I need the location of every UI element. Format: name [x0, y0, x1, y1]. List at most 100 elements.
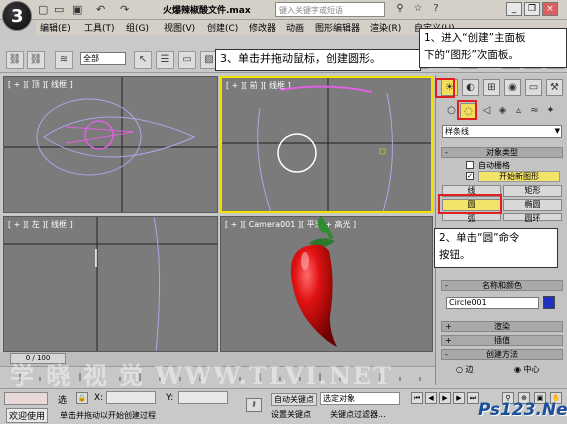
edge-label: 边	[465, 365, 474, 374]
link-icon[interactable]: ⛓	[6, 51, 24, 69]
selection-filter-dropdown[interactable]: 全部	[80, 52, 126, 65]
select-by-name-icon[interactable]: ☰	[156, 51, 174, 69]
hierarchy-tab-icon[interactable]: ⊞	[483, 79, 500, 96]
previous-frame-icon[interactable]: ◀	[425, 392, 437, 404]
go-to-start-icon[interactable]: ⏮	[411, 392, 423, 404]
motion-tab-icon[interactable]: ◉	[504, 79, 521, 96]
object-color-swatch[interactable]	[543, 296, 555, 309]
rendering-rollout[interactable]: + 渲染	[441, 321, 563, 332]
chevron-down-icon: ▼	[554, 127, 560, 135]
display-tab-icon[interactable]: ▭	[525, 79, 542, 96]
undo-icon[interactable]: ↶	[96, 3, 105, 16]
app-logo-button[interactable]: 3	[2, 1, 32, 31]
new-file-icon[interactable]: ▢	[38, 3, 48, 16]
close-button[interactable]: ×	[542, 2, 558, 16]
document-title: 火爆辣椒酸文件.max	[163, 6, 251, 16]
viewport-camera[interactable]: [ + ][ Camera001 ][ 平滑 + 高光 ]	[220, 216, 433, 352]
restore-button[interactable]: ❐	[524, 2, 540, 16]
menu-tools[interactable]: 工具(T)	[84, 21, 115, 34]
redo-icon[interactable]: ↷	[120, 3, 129, 16]
left-view-geometry	[4, 217, 217, 351]
open-file-icon[interactable]: ▭	[54, 3, 64, 16]
viewport-top[interactable]: [ + ][ 顶 ][ 线框 ]	[3, 76, 218, 213]
y-coordinate-field[interactable]	[178, 391, 228, 404]
name-color-header: 名称和颜色	[482, 281, 522, 290]
modify-tab-icon[interactable]: ◐	[462, 79, 479, 96]
edge-radio[interactable]: ○ 边	[456, 364, 496, 375]
interpolation-rollout[interactable]: + 插值	[441, 335, 563, 346]
menu-edit[interactable]: 编辑(E)	[40, 21, 71, 34]
help-icon[interactable]: ?	[428, 2, 444, 17]
info-icon[interactable]: ☆	[410, 2, 426, 17]
y-label: Y:	[166, 393, 174, 403]
category-dropdown-value: 样条线	[445, 127, 469, 136]
callout-step3: 3、单击并拖动鼠标，创建圆形。	[215, 49, 421, 71]
menu-rendering[interactable]: 渲染(R)	[370, 21, 401, 34]
x-coordinate-field[interactable]	[106, 391, 156, 404]
menu-animation[interactable]: 动画	[286, 21, 304, 34]
helpers-subtab-icon[interactable]: ▵	[510, 103, 527, 120]
menu-graph-editors[interactable]: 图形编辑器	[315, 21, 360, 34]
top-view-geometry	[4, 77, 217, 212]
key-filters-button[interactable]: 关键点过滤器...	[330, 409, 386, 420]
object-name-field[interactable]: Circle001	[446, 297, 539, 309]
region-select-icon[interactable]: ▭	[178, 51, 196, 69]
set-key-button[interactable]: 设置关键点	[271, 409, 311, 420]
selected-dropdown[interactable]: 选定对象	[320, 392, 400, 405]
watermark-text: 学 晓 视 觉 WWW.TLVI.NET	[10, 361, 394, 390]
category-dropdown[interactable]: 样条线 ▼	[442, 125, 562, 138]
ellipse-button[interactable]: 椭圆	[503, 199, 562, 211]
autogrid-checkbox[interactable]	[466, 161, 474, 169]
name-color-rollout[interactable]: - 名称和颜色	[441, 280, 563, 291]
x-label: X:	[94, 393, 104, 403]
menu-views[interactable]: 视图(V)	[164, 21, 195, 34]
creation-method-rollout[interactable]: - 创建方法	[441, 349, 563, 360]
workspace-label: 欢迎使用	[6, 408, 49, 423]
search-icon[interactable]: ⚲	[392, 2, 408, 17]
cameras-subtab-icon[interactable]: ◈	[494, 103, 511, 120]
shapes-subtab-highlight	[457, 100, 477, 120]
spacewarps-subtab-icon[interactable]: ≈	[526, 103, 543, 120]
lights-subtab-icon[interactable]: ◁	[478, 103, 495, 120]
object-type-rollout[interactable]: - 对象类型	[441, 147, 563, 158]
lock-selection-icon[interactable]: 🔒	[76, 392, 88, 404]
key-icon[interactable]: ⚷	[246, 398, 262, 412]
callout-step1: 1、进入“创建”主面板 下的“图形”次面板。	[419, 28, 567, 68]
menu-group[interactable]: 组(G)	[126, 21, 149, 34]
autogrid-label: 自动栅格	[478, 161, 510, 170]
circle-button-highlight	[438, 194, 502, 214]
save-file-icon[interactable]: ▣	[72, 3, 82, 16]
creation-method-header: 创建方法	[486, 350, 518, 359]
viewport-front[interactable]: [ + ][ 前 ][ 线框 ]	[220, 76, 433, 213]
chili-pepper-render	[290, 217, 337, 347]
donut-button[interactable]: 圆环	[503, 213, 562, 223]
search-input[interactable]: 键入关键字或短语	[275, 2, 385, 17]
center-radio[interactable]: ◉ 中心	[514, 364, 554, 375]
menu-modifiers[interactable]: 修改器	[249, 21, 276, 34]
interpolation-header: 插值	[494, 336, 510, 345]
rendering-header: 渲染	[494, 322, 510, 331]
prompt-text: 单击并拖动以开始创建过程	[60, 411, 156, 420]
bind-space-warp-icon[interactable]: ≋	[55, 51, 73, 69]
unlink-icon[interactable]: ⛓	[27, 51, 45, 69]
minimize-button[interactable]: _	[506, 2, 522, 16]
systems-subtab-icon[interactable]: ✦	[542, 103, 559, 120]
next-frame-icon[interactable]: ▶	[453, 392, 465, 404]
start-new-shape-checkbox[interactable]: ✓	[466, 172, 474, 180]
utilities-tab-icon[interactable]: ⚒	[546, 79, 563, 96]
maxscript-listener-field[interactable]	[4, 392, 48, 405]
center-label: 中心	[523, 365, 540, 374]
auto-key-button[interactable]: 自动关键点	[271, 393, 317, 406]
play-icon[interactable]: ▶	[439, 392, 451, 404]
start-new-shape-button[interactable]: 开始新图形	[478, 171, 560, 182]
site-logo: Ps123.Net	[478, 400, 567, 420]
rectangle-button[interactable]: 矩形	[503, 185, 562, 197]
viewport-left[interactable]: [ + ][ 左 ][ 线框 ]	[3, 216, 218, 352]
selected-label: 选	[58, 396, 68, 406]
object-type-header: 对象类型	[486, 148, 518, 157]
front-view-geometry	[222, 78, 431, 211]
select-object-icon[interactable]: ↖	[134, 51, 152, 69]
arc-button[interactable]: 弧	[442, 213, 501, 223]
callout-step2: 2、单击“圆”命令 按钮。	[434, 228, 558, 268]
menu-create[interactable]: 创建(C)	[207, 21, 238, 34]
